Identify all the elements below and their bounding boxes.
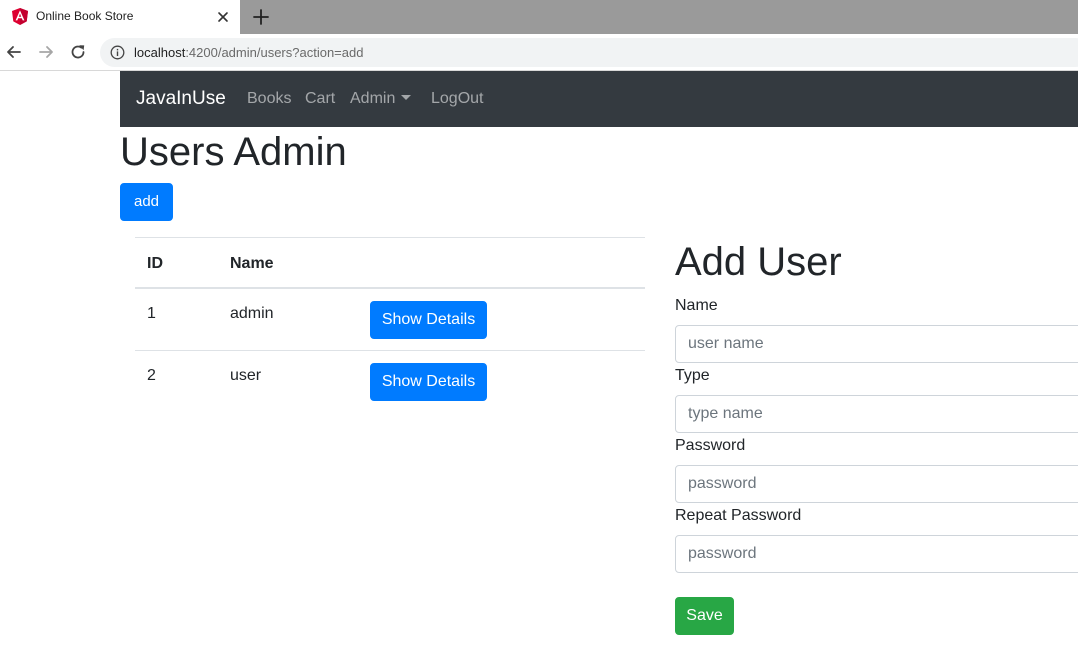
browser-tabstrip: Online Book Store: [0, 0, 1078, 34]
show-details-button[interactable]: Show Details: [370, 300, 487, 339]
name-input[interactable]: [675, 325, 1078, 363]
column-header-name: Name: [218, 237, 358, 289]
nav-link-admin-label: Admin: [350, 90, 396, 107]
forward-arrow-icon[interactable]: [37, 43, 55, 61]
info-icon[interactable]: [110, 45, 125, 60]
page-title: Users Admin: [120, 130, 347, 174]
cell-id: 1: [135, 287, 218, 351]
nav-link-cart[interactable]: Cart: [305, 90, 335, 108]
tab-title: Online Book Store: [36, 9, 134, 23]
url-text: localhost:4200/admin/users?action=add: [134, 45, 363, 60]
repeat-password-input[interactable]: [675, 535, 1078, 573]
cell-actions: Show Details: [358, 350, 645, 414]
table-row: 1 admin Show Details: [135, 287, 645, 351]
name-label: Name: [675, 297, 718, 314]
url-host: localhost: [134, 45, 186, 60]
add-user-button[interactable]: add: [120, 183, 173, 221]
cell-name: admin: [218, 287, 358, 351]
back-arrow-icon[interactable]: [5, 43, 23, 61]
browser-tab[interactable]: Online Book Store: [0, 0, 240, 34]
plus-icon[interactable]: [252, 8, 270, 26]
form-title: Add User: [675, 240, 842, 284]
column-header-actions: [358, 237, 645, 289]
nav-link-admin-dropdown[interactable]: Admin: [350, 90, 412, 108]
nav-link-books[interactable]: Books: [247, 90, 291, 108]
users-table: ID Name 1 admin Show Details 2 user Show…: [135, 237, 645, 414]
angular-favicon-icon: [12, 8, 28, 25]
table-row: 2 user Show Details: [135, 350, 645, 414]
address-bar[interactable]: localhost:4200/admin/users?action=add: [100, 38, 1078, 67]
navbar-brand[interactable]: JavaInUse: [136, 88, 226, 110]
browser-toolbar: localhost:4200/admin/users?action=add: [0, 34, 1078, 71]
url-path: :4200/admin/users?action=add: [185, 45, 364, 60]
nav-link-logout[interactable]: LogOut: [431, 90, 483, 108]
cell-id: 2: [135, 350, 218, 414]
cell-actions: Show Details: [358, 287, 645, 351]
password-label: Password: [675, 437, 746, 454]
type-label: Type: [675, 367, 710, 384]
caret-down-icon: [401, 95, 412, 100]
password-input[interactable]: [675, 465, 1078, 503]
reload-icon[interactable]: [69, 43, 87, 61]
type-input[interactable]: [675, 395, 1078, 433]
column-header-id: ID: [135, 237, 218, 289]
table-header-row: ID Name: [135, 237, 645, 289]
app-navbar: JavaInUse Books Cart Admin LogOut: [120, 71, 1078, 127]
repeat-password-label: Repeat Password: [675, 507, 802, 524]
close-icon[interactable]: [214, 8, 232, 26]
save-button[interactable]: Save: [675, 597, 734, 635]
cell-name: user: [218, 350, 358, 414]
show-details-button[interactable]: Show Details: [370, 363, 487, 401]
